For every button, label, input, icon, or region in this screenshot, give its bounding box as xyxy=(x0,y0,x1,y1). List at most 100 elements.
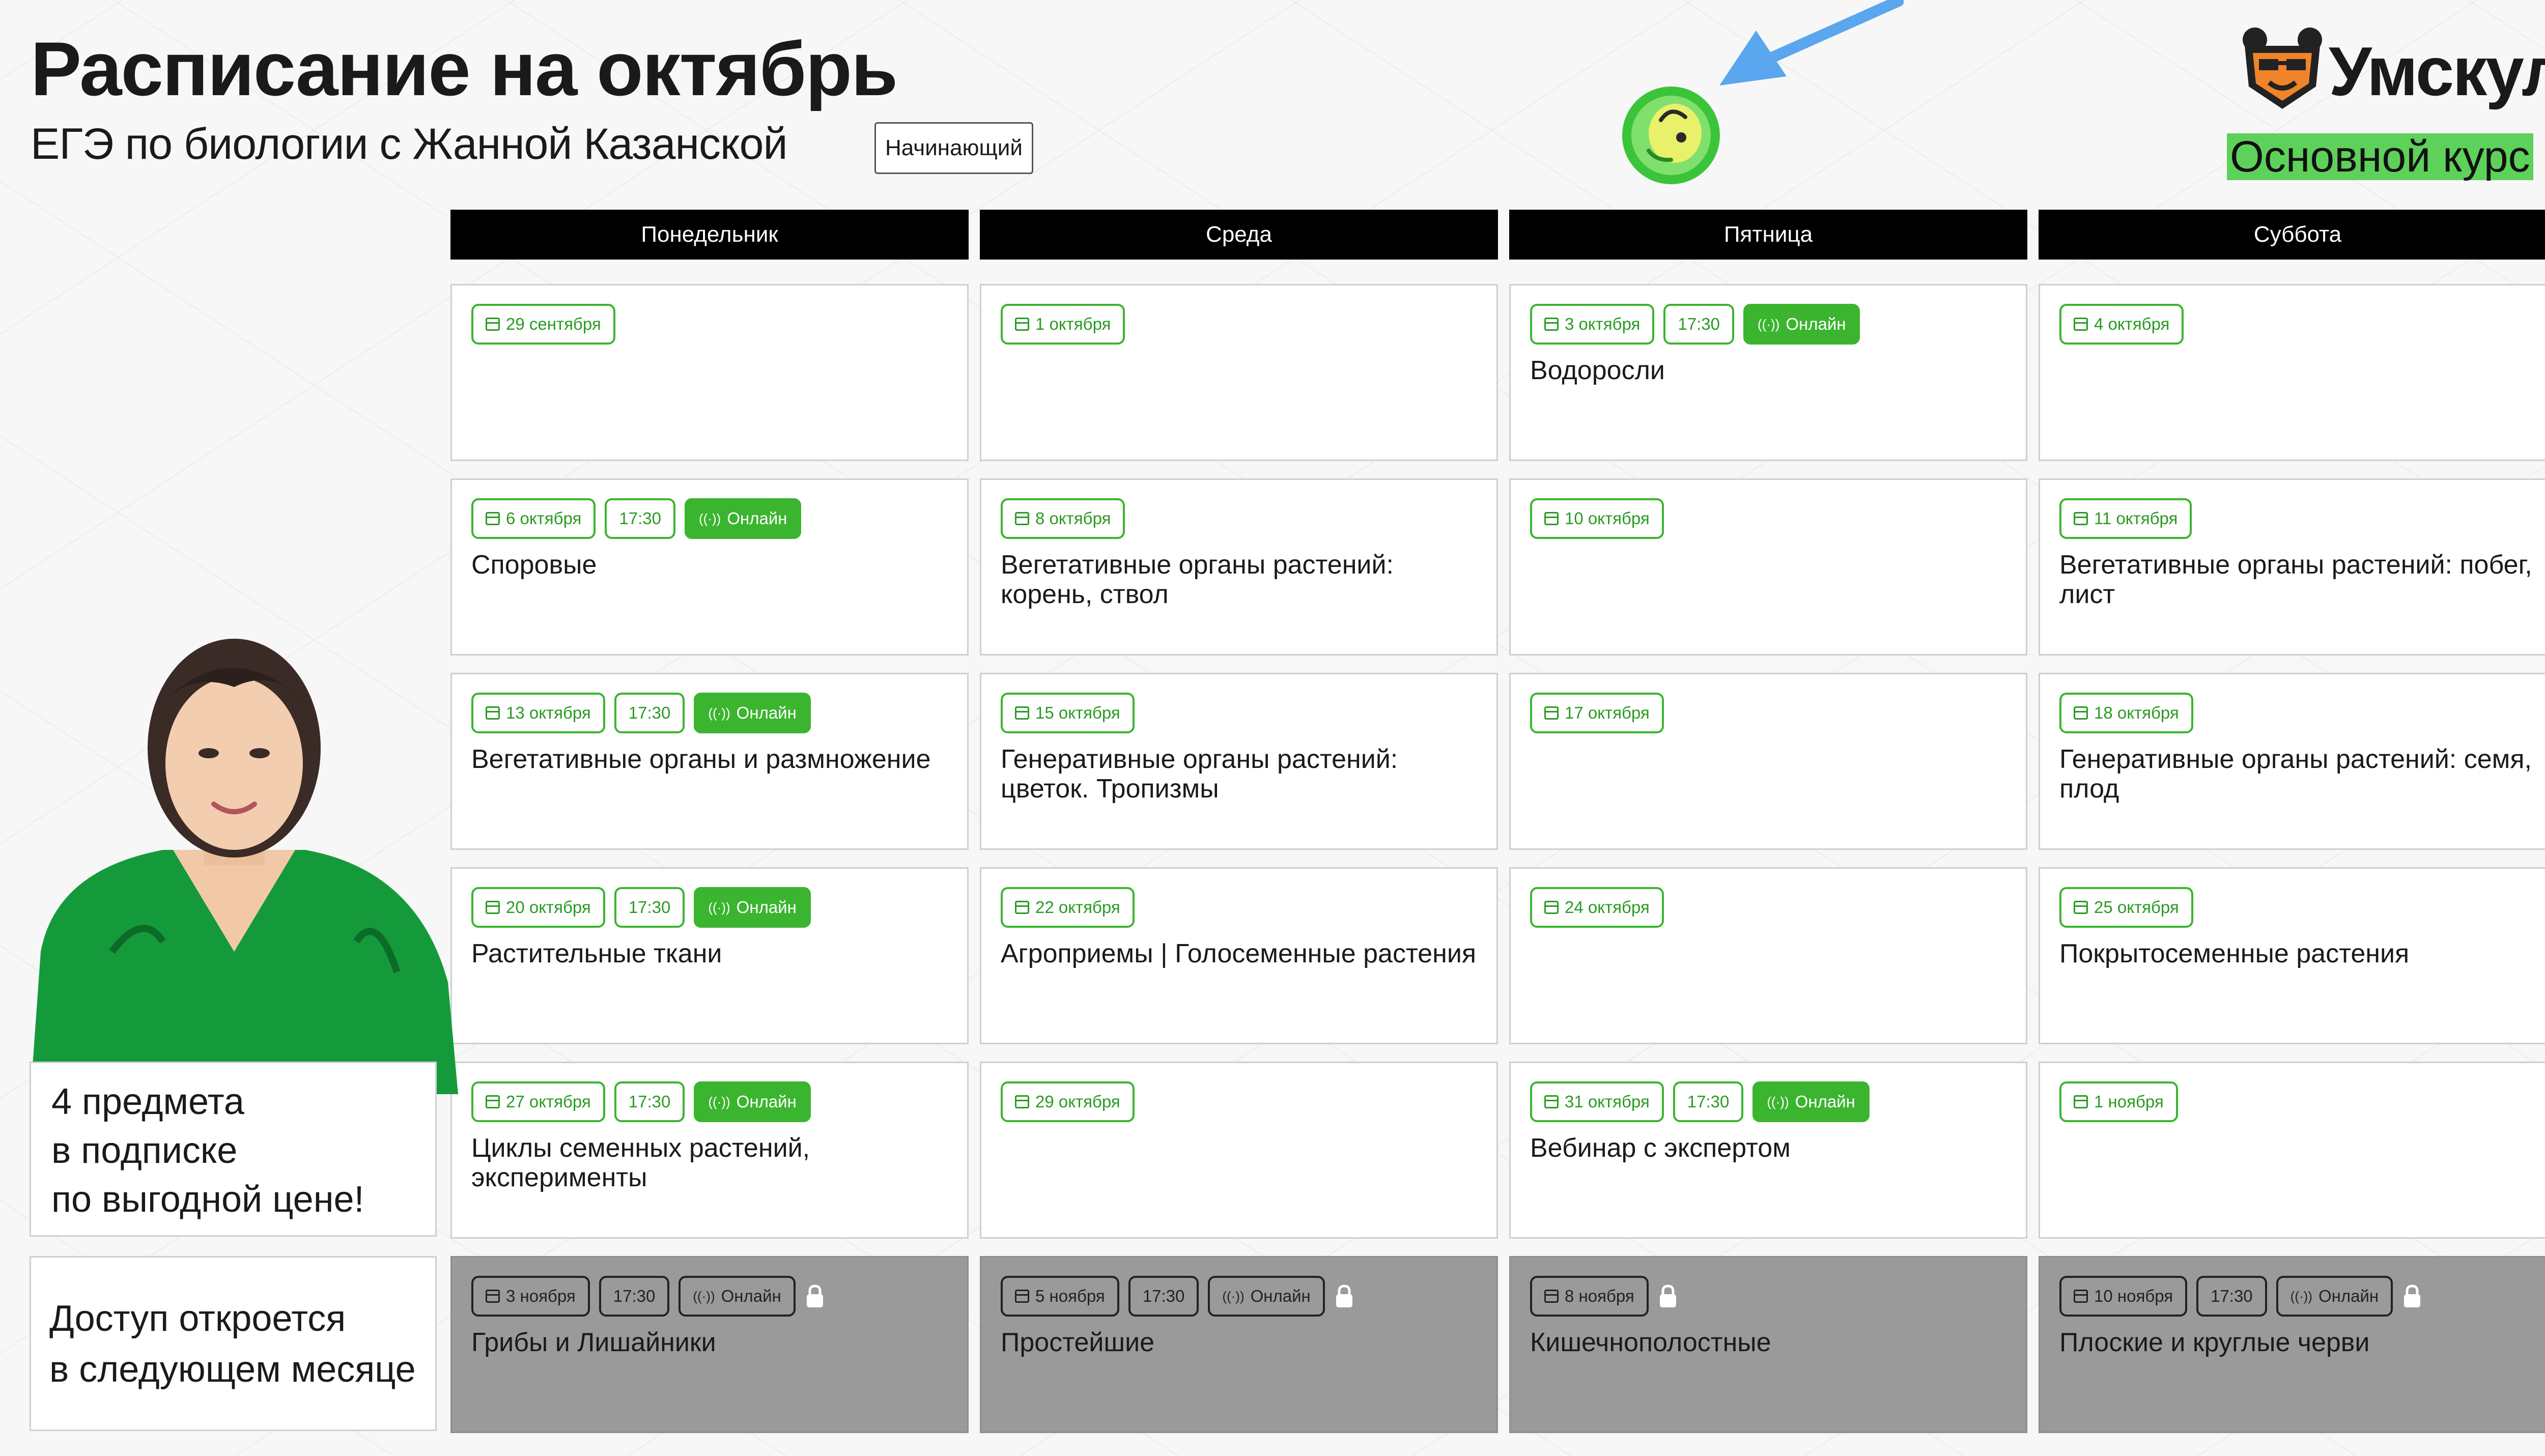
online-chip: ((·)) Онлайн xyxy=(685,498,802,539)
online-label: Онлайн xyxy=(2318,1287,2379,1305)
calendar-icon xyxy=(486,901,500,914)
time-chip: 17:30 xyxy=(599,1276,670,1317)
lesson-chips: 6 октября 17:30 ((·)) Онлайн xyxy=(471,498,802,539)
time-chip: 17:30 xyxy=(614,693,685,733)
lesson-chips: 20 октября 17:30 ((·)) Онлайн xyxy=(471,887,811,928)
date-chip: 8 ноября xyxy=(1530,1276,1649,1317)
calendar-icon xyxy=(486,1290,500,1303)
time-label: 17:30 xyxy=(613,1287,656,1305)
date-chip: 22 октября xyxy=(1001,887,1135,928)
date-chip: 6 октября xyxy=(471,498,596,539)
date-label: 22 октября xyxy=(1035,898,1120,917)
date-label: 8 октября xyxy=(1035,509,1111,528)
time-chip: 17:30 xyxy=(605,498,676,539)
promo-line: в следующем месяце xyxy=(49,1349,416,1390)
lesson-title: Вегетативные органы и размножение xyxy=(471,745,931,774)
date-label: 13 октября xyxy=(506,703,591,722)
calendar-icon xyxy=(1544,1095,1559,1108)
date-label: 29 октября xyxy=(1035,1092,1120,1111)
brand-name: Умскул xyxy=(2329,33,2545,110)
day-header-monday: Понедельник xyxy=(450,210,969,260)
online-chip: ((·)) Онлайн xyxy=(678,1276,796,1317)
online-chip: ((·)) Онлайн xyxy=(1208,1276,1325,1317)
calendar-icon xyxy=(2074,901,2088,914)
date-label: 20 октября xyxy=(506,898,591,917)
lesson-title: Водоросли xyxy=(1530,356,1665,385)
schedule-cell-mon-5[interactable]: 27 октября 17:30 ((·)) Онлайн Циклы семенных… xyxy=(450,1062,969,1239)
date-label: 1 октября xyxy=(1035,315,1111,333)
schedule-cell-fri-3[interactable]: 17 октября xyxy=(1509,673,2027,850)
schedule-cell-wed-2[interactable]: 8 октября Вегетативные органы растений: к… xyxy=(980,478,1498,655)
schedule-cell-fri-5[interactable]: 31 октября 17:30 ((·)) Онлайн Вебинар с эксп… xyxy=(1509,1062,2027,1239)
schedule-cell-sat-4[interactable]: 25 октября Покрытосеменные растения xyxy=(2039,867,2545,1044)
lesson-chips: 5 ноября 17:30 ((·)) Онлайн xyxy=(1001,1276,1354,1317)
date-label: 18 октября xyxy=(2094,703,2179,722)
schedule-cell-sat-2[interactable]: 11 октября Вегетативные органы растений: … xyxy=(2039,478,2545,655)
calendar-icon xyxy=(486,318,500,331)
schedule-cell-wed-5[interactable]: 29 октября xyxy=(980,1062,1498,1239)
date-chip: 5 ноября xyxy=(1001,1276,1119,1317)
lesson-title: Генеративные органы растений: цветок. Тр… xyxy=(1001,745,1398,804)
date-chip: 31 октября xyxy=(1530,1081,1664,1122)
schedule-cell-sat-5[interactable]: 1 ноября xyxy=(2039,1062,2545,1239)
lesson-chips: 10 октября xyxy=(1530,498,1664,539)
date-chip: 13 октября xyxy=(471,693,605,733)
date-label: 24 октября xyxy=(1565,898,1650,917)
date-chip: 3 октября xyxy=(1530,304,1655,345)
calendar-icon xyxy=(1544,901,1559,914)
date-chip: 10 октября xyxy=(1530,498,1664,539)
broadcast-icon: ((·)) xyxy=(1767,1094,1789,1109)
day-header-saturday: Суббота xyxy=(2039,210,2545,260)
schedule-cell-wed-1[interactable]: 1 октября xyxy=(980,284,1498,461)
lesson-chips: 15 октября xyxy=(1001,693,1135,733)
lesson-chips: 22 октября xyxy=(1001,887,1135,928)
schedule-cell-mon-2[interactable]: 6 октября 17:30 ((·)) Онлайн Споровые xyxy=(450,478,969,655)
lesson-title: Споровые xyxy=(471,550,597,580)
date-label: 10 октября xyxy=(1565,509,1650,528)
broadcast-icon: ((·)) xyxy=(708,1094,730,1109)
schedule-cell-sat-3[interactable]: 18 октября Генеративные органы растений: … xyxy=(2039,673,2545,850)
lesson-title: Вегетативные органы растений: побег, лис… xyxy=(2059,550,2532,609)
broadcast-icon: ((·)) xyxy=(708,705,730,721)
online-label: Онлайн xyxy=(1795,1092,1855,1111)
lesson-title: Кишечнополостные xyxy=(1530,1328,1771,1357)
calendar-icon xyxy=(1544,512,1559,525)
date-label: 27 октября xyxy=(506,1092,591,1111)
online-label: Онлайн xyxy=(736,1092,797,1111)
schedule-cell-wed-4[interactable]: 22 октября Агроприемы | Голосеменные раст… xyxy=(980,867,1498,1044)
schedule-cell-mon-1[interactable]: 29 сентября xyxy=(450,284,969,461)
page-title: Расписание на октябрь xyxy=(31,26,898,111)
schedule-cell-mon-4[interactable]: 20 октября 17:30 ((·)) Онлайн Растительные т… xyxy=(450,867,969,1044)
schedule-cell-wed-3[interactable]: 15 октября Генеративные органы растений: … xyxy=(980,673,1498,850)
promo-line: по выгодной цене! xyxy=(51,1179,364,1220)
schedule-cell-sat-1[interactable]: 4 октября xyxy=(2039,284,2545,461)
lesson-title: Простейшие xyxy=(1001,1328,1155,1357)
calendar-icon xyxy=(1015,901,1029,914)
date-chip: 27 октября xyxy=(471,1081,605,1122)
time-label: 17:30 xyxy=(1142,1287,1185,1305)
date-chip: 4 октября xyxy=(2059,304,2184,345)
page-subtitle: ЕГЭ по биологии с Жанной Казанской xyxy=(31,120,787,168)
date-label: 6 октября xyxy=(506,509,582,528)
date-chip: 11 октября xyxy=(2059,498,2192,539)
calendar-icon xyxy=(1015,706,1029,720)
date-label: 5 ноября xyxy=(1035,1287,1105,1305)
online-chip: ((·)) Онлайн xyxy=(694,1081,811,1122)
time-label: 17:30 xyxy=(628,703,671,722)
schedule-cell-fri-4[interactable]: 24 октября xyxy=(1509,867,2027,1044)
time-label: 17:30 xyxy=(1687,1092,1730,1111)
lesson-title: Плоские и круглые черви xyxy=(2059,1328,2370,1357)
schedule-cell-fri-2[interactable]: 10 октября xyxy=(1509,478,2027,655)
time-label: 17:30 xyxy=(628,898,671,917)
lesson-chips: 1 октября xyxy=(1001,304,1125,345)
date-chip: 17 октября xyxy=(1530,693,1664,733)
date-label: 15 октября xyxy=(1035,703,1120,722)
date-label: 29 сентября xyxy=(506,315,601,333)
course-tag: Основной курс xyxy=(2227,133,2533,180)
calendar-icon xyxy=(2074,1095,2088,1108)
promo-line: в подписке xyxy=(51,1130,238,1171)
schedule-cell-mon-3[interactable]: 13 октября 17:30 ((·)) Онлайн Вегетативные о… xyxy=(450,673,969,850)
schedule-cell-fri-1[interactable]: 3 октября 17:30 ((·)) Онлайн Водоросли xyxy=(1509,284,2027,461)
date-label: 31 октября xyxy=(1565,1092,1650,1111)
date-chip: 3 ноября xyxy=(471,1276,590,1317)
